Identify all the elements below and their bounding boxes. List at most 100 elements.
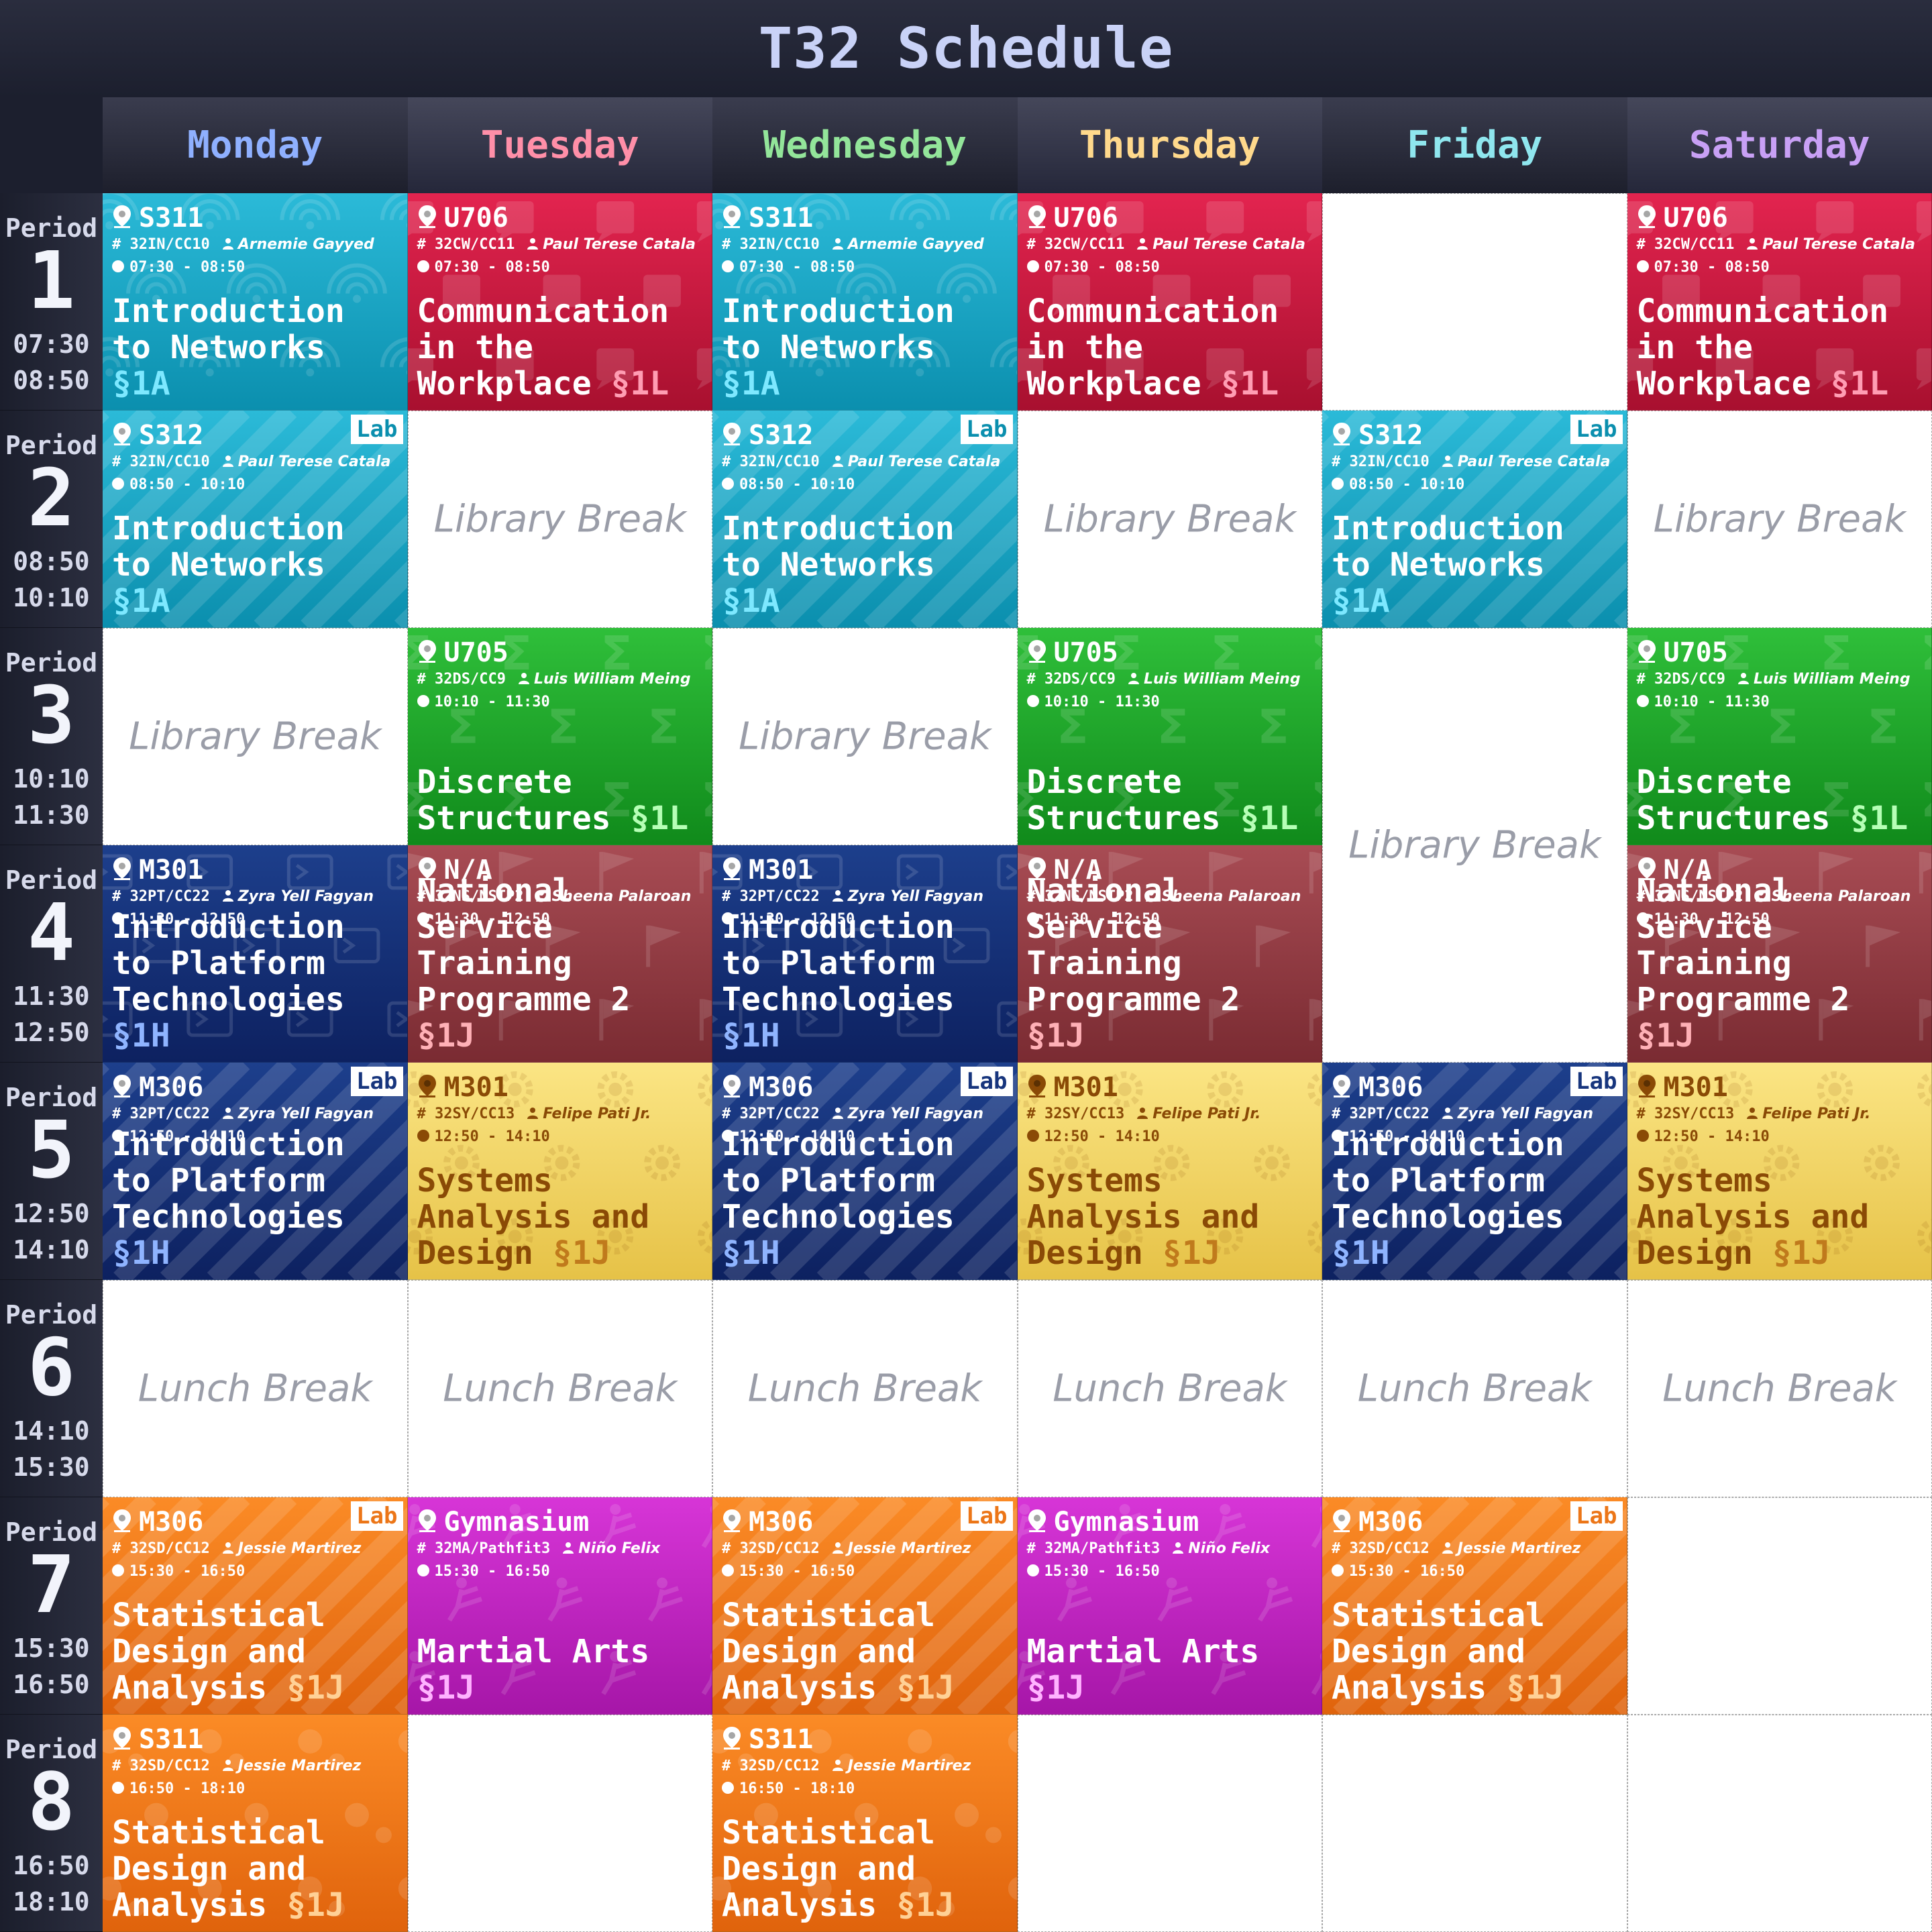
teacher-name: Felipe Pati Jr. (543, 1106, 651, 1122)
teacher-name: Luis William Meing (1753, 671, 1911, 688)
class-info: # 32SY/CC13 Felipe Pati Jr. (1637, 1106, 1871, 1123)
class-card[interactable]: ΣΣΣΣΣΣΣΣΣΣΣΣΣΣU705# 32DS/CC9Luis William… (407, 628, 712, 845)
hash-icon: # (1026, 236, 1044, 253)
location-pin-icon (417, 1073, 437, 1104)
teacher-name: Jessie Martirez (237, 1540, 362, 1557)
class-card[interactable]: S312 # 32IN/CC10 Paul Terese Catala 08:50 -… (712, 411, 1018, 628)
class-info: # 32IN/CC10 Arnemie Gayyed (112, 236, 374, 254)
section-code: §1L (1830, 365, 1889, 402)
time-range: 10:10 - 11:30 (1044, 694, 1160, 710)
class-info: # 32PT/CC22 Zyra Yell Fagyan (112, 1106, 374, 1123)
class-card[interactable]: M301 # 32SY/CC13 Felipe Pati Jr. 12:50 - 14… (1017, 1063, 1322, 1280)
class-card[interactable]: M306 # 32PT/CC22 Zyra Yell Fagyan 12:50 - 1… (1322, 1063, 1627, 1280)
period-number: 2 (27, 451, 76, 544)
class-info: # 32PT/CC22 Zyra Yell Fagyan (112, 888, 374, 906)
person-icon (832, 237, 844, 254)
class-card[interactable]: U706 # 32CW/CC11 Paul Terese Catala 07:30 -… (1017, 193, 1322, 411)
room-name: S311 (749, 203, 814, 233)
teacher: Zyra Yell Fagyan (1442, 1106, 1593, 1122)
class-card[interactable]: S311 # 32SD/CC12 Jessie Martirez 16:50 - 18… (712, 1715, 1018, 1932)
class-card[interactable]: N/A # 32NS/NSTP2 Sheena Palaroan 11:30 - 12… (407, 845, 712, 1063)
teacher-name: Paul Terese Catala (847, 453, 1001, 470)
day-header-monday: Monday (103, 97, 408, 193)
location-pin-icon (1637, 1073, 1657, 1104)
teacher: Jessie Martirez (832, 1540, 971, 1557)
class-card[interactable]: Gymnasium # 32MA/Pathfit3 Niño Felix 15:30 … (1017, 1497, 1322, 1715)
class-card[interactable]: M301 # 32PT/CC22 Zyra Yell Fagyan 11:30 - 1… (712, 845, 1018, 1063)
course-name: Discrete Structures §1L (1027, 764, 1316, 837)
class-card[interactable]: M301 # 32SY/CC13 Felipe Pati Jr. 12:50 - 14… (407, 1063, 712, 1280)
class-card[interactable]: M306 # 32SD/CC12 Jessie Martirez 15:30 - 16… (103, 1497, 408, 1715)
period-number: 4 (27, 886, 76, 979)
class-card[interactable]: M306 # 32SD/CC12 Jessie Martirez 15:30 - 16… (1322, 1497, 1627, 1715)
course-title: Introduction to Platform Technologies (112, 1126, 345, 1236)
teacher-name: Paul Terese Catala (1152, 236, 1305, 253)
class-time: 12:50 - 14:10 (417, 1128, 550, 1145)
time-range: 08:50 - 10:10 (129, 476, 246, 493)
course-code: 32CW/CC11 (1654, 236, 1735, 253)
empty-slot (1627, 1715, 1932, 1932)
location-pin-icon (112, 1073, 132, 1104)
class-card[interactable]: M301 # 32PT/CC22 Zyra Yell Fagyan 11:30 - 1… (103, 845, 408, 1063)
class-time: 10:10 - 11:30 (1636, 694, 1770, 710)
course-title: Introduction to Platform Technologies (722, 1126, 955, 1236)
course-name: National Service Training Programme 2 §1… (1637, 873, 1925, 1054)
break-slot: Lunch Break (1627, 1280, 1932, 1497)
class-card[interactable]: Gymnasium # 32MA/Pathfit3 Niño Felix 15:30 … (407, 1497, 712, 1715)
location-pin-icon (112, 856, 132, 887)
room-name: U705 (1053, 637, 1118, 668)
teacher: Felipe Pati Jr. (527, 1106, 651, 1122)
person-icon (222, 237, 234, 254)
course-name: Statistical Design and Analysis §1J (722, 1815, 1010, 1923)
class-card[interactable]: S311 # 32IN/CC10 Arnemie Gayyed 07:30 - 08:… (712, 193, 1018, 411)
clock-icon (1026, 1564, 1039, 1576)
clock-icon (1636, 1130, 1649, 1142)
period-number: 1 (27, 234, 76, 327)
class-time: 10:10 - 11:30 (1026, 694, 1160, 710)
class-card[interactable]: M306 # 32SD/CC12 Jessie Martirez 15:30 - 16… (712, 1497, 1018, 1715)
room-label: U706 (1027, 203, 1118, 235)
section-code: §1A (112, 365, 170, 402)
break-label: Library Break (1348, 823, 1601, 867)
break-label: Lunch Break (1662, 1366, 1897, 1411)
teacher: Arnemie Gayyed (222, 236, 374, 253)
time-range: 10:10 - 11:30 (1654, 694, 1770, 710)
class-time: 08:50 - 10:10 (112, 476, 245, 493)
break-label: Lunch Break (1053, 1366, 1287, 1411)
class-card[interactable]: S311 # 32SD/CC12 Jessie Martirez 16:50 - 18… (103, 1715, 408, 1932)
class-time: 15:30 - 16:50 (112, 1563, 245, 1580)
day-header-tuesday: Tuesday (407, 97, 712, 193)
hash-icon: # (112, 236, 130, 253)
course-code: 32MA/Pathfit3 (1044, 1540, 1161, 1557)
class-card[interactable]: U706 # 32CW/CC11 Paul Terese Catala 07:30 -… (1627, 193, 1932, 411)
course-title: National Service Training Programme 2 (1636, 872, 1850, 1018)
course-name: Communication in the Workplace §1L (417, 293, 706, 402)
break-label: Library Break (129, 714, 382, 759)
location-pin-icon (722, 856, 742, 887)
class-card[interactable]: M306 # 32PT/CC22 Zyra Yell Fagyan 12:50 - 1… (103, 1063, 408, 1280)
section-code: §1H (1332, 1234, 1390, 1272)
period-end-time: 10:10 (13, 583, 90, 612)
teacher-name: Luis William Meing (1143, 671, 1301, 688)
time-range: 15:30 - 16:50 (1349, 1563, 1465, 1580)
class-card[interactable]: N/A # 32NS/NSTP2 Sheena Palaroan 11:30 - 12… (1017, 845, 1322, 1063)
break-slot: Library Break (1322, 628, 1627, 1063)
class-card[interactable]: S312 # 32IN/CC10 Paul Terese Catala 08:50 -… (103, 411, 408, 628)
class-time: 07:30 - 08:50 (1636, 259, 1770, 276)
class-card[interactable]: N/A # 32NS/NSTP2 Sheena Palaroan 11:30 - 12… (1627, 845, 1932, 1063)
class-card[interactable]: M301 # 32SY/CC13 Felipe Pati Jr. 12:50 - 14… (1627, 1063, 1932, 1280)
class-card[interactable]: U706 # 32CW/CC11 Paul Terese Catala 07:30 -… (407, 193, 712, 411)
location-pin-icon (722, 1073, 742, 1104)
room-name: M301 (1053, 1072, 1118, 1103)
time-range: 15:30 - 16:50 (129, 1563, 246, 1580)
location-pin-icon (112, 421, 132, 452)
class-card[interactable]: S311 # 32IN/CC10 Arnemie Gayyed 07:30 - 08:… (103, 193, 408, 411)
page-title: T32 Schedule (758, 15, 1174, 81)
class-card[interactable]: ΣΣΣΣΣΣΣΣΣΣΣΣΣΣU705# 32DS/CC9Luis William… (1017, 628, 1322, 845)
class-card[interactable]: S312 # 32IN/CC10 Paul Terese Catala 08:50 -… (1322, 411, 1627, 628)
course-title: Discrete Structures (417, 763, 611, 837)
room-label: M301 (417, 1072, 508, 1104)
class-card[interactable]: ΣΣΣΣΣΣΣΣΣΣΣΣΣΣU705# 32DS/CC9Luis William… (1627, 628, 1932, 845)
class-card[interactable]: M306 # 32PT/CC22 Zyra Yell Fagyan 12:50 - 1… (712, 1063, 1018, 1280)
room-label: M306 (722, 1507, 813, 1539)
